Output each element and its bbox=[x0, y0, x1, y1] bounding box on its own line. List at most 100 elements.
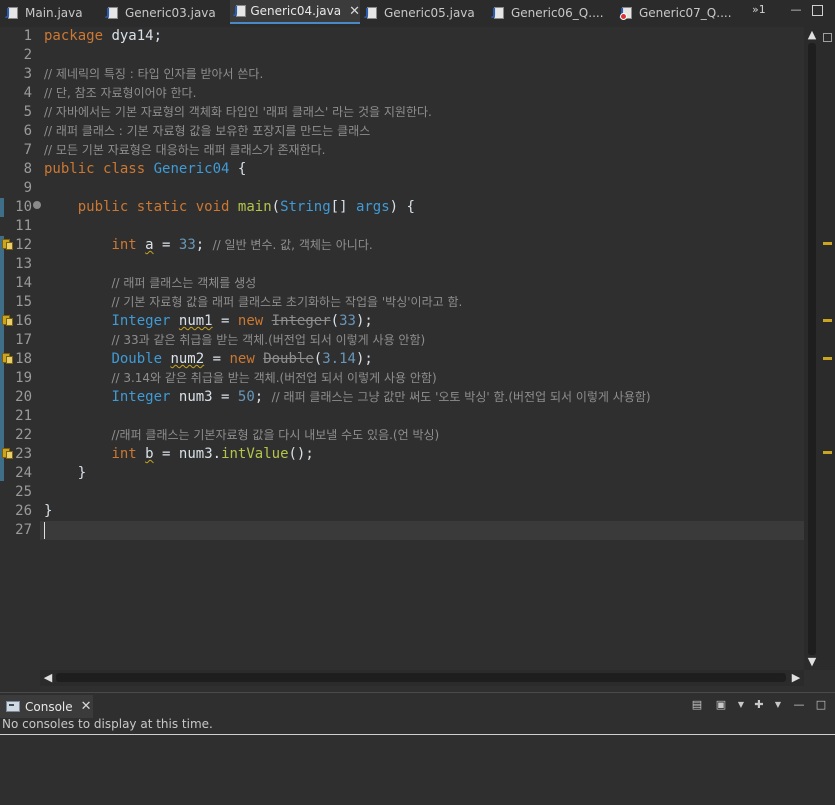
tab-label: Generic03.java bbox=[125, 6, 216, 20]
line-number: 7 bbox=[23, 142, 32, 158]
tab-overflow-button[interactable]: »1 bbox=[752, 3, 766, 16]
line-number: 20 bbox=[15, 389, 32, 405]
line-number: 10 bbox=[15, 199, 32, 215]
line-number: 21 bbox=[15, 408, 32, 424]
java-file-icon: J bbox=[106, 6, 120, 20]
tab-generic04-java[interactable]: J Generic04.java ✕ bbox=[230, 0, 360, 24]
scroll-right-icon[interactable]: ▶ bbox=[789, 671, 803, 685]
code-line-14: // 래퍼 클래스는 객체를 생성 bbox=[111, 276, 257, 290]
line-number: 1 bbox=[23, 28, 32, 44]
line-number: 3 bbox=[23, 66, 32, 82]
code-line-5: // 자바에서는 기본 자료형의 객체화 타입인 '래퍼 클래스' 라는 것을 … bbox=[44, 105, 432, 119]
tab-label: Generic05.java bbox=[384, 6, 475, 20]
warning-marker-icon[interactable] bbox=[2, 239, 13, 250]
line-number: 19 bbox=[15, 370, 32, 386]
line-number: 15 bbox=[15, 294, 32, 310]
console-message: No consoles to display at this time. bbox=[2, 717, 213, 731]
tab-generic06-q[interactable]: J Generic06_Q.... bbox=[492, 0, 614, 26]
warning-marker-icon[interactable] bbox=[2, 315, 13, 326]
line-number: 2 bbox=[23, 47, 32, 63]
code-line-24: } bbox=[77, 465, 87, 481]
warning-overview-mark[interactable] bbox=[823, 451, 832, 454]
tab-generic07-q[interactable]: J Generic07_Q.... bbox=[620, 0, 742, 26]
line-number: 4 bbox=[23, 85, 32, 101]
line-number: 11 bbox=[15, 218, 32, 234]
scroll-left-icon[interactable]: ◀ bbox=[41, 671, 55, 685]
code-line-4: // 단, 참조 자료형이어야 한다. bbox=[44, 86, 197, 100]
code-line-1: package dya14; bbox=[44, 28, 163, 44]
text-caret bbox=[44, 522, 45, 539]
code-line-6: // 래퍼 클래스 : 기본 자료형 값을 보유한 포장지를 만드는 클래스 bbox=[44, 124, 371, 138]
code-editor[interactable]: 1 2 3 4 5 6 7 8 9 10 11 12 13 14 15 16 1… bbox=[0, 27, 820, 670]
code-line-26: } bbox=[44, 503, 53, 519]
code-line-20: Integer num3 = 50; // 래퍼 클래스는 그냥 값만 써도 '… bbox=[111, 389, 651, 405]
java-file-error-icon: J bbox=[620, 6, 634, 20]
maximize-icon[interactable] bbox=[812, 5, 823, 16]
tab-main-java[interactable]: J Main.java bbox=[6, 0, 116, 26]
code-line-17: // 33과 같은 취급을 받는 객체.(버전업 되서 이렇게 사용 안함) bbox=[111, 333, 426, 347]
console-view: Console ✕ ▤ ▣ ▼ ✚ ▼ — □ No consoles to d… bbox=[0, 692, 835, 805]
line-number-gutter: 1 2 3 4 5 6 7 8 9 10 11 12 13 14 15 16 1… bbox=[0, 27, 41, 670]
console-tab-label: Console bbox=[25, 699, 73, 714]
tab-label: Generic07_Q.... bbox=[639, 6, 732, 20]
tab-label: Generic04.java bbox=[250, 4, 342, 18]
warning-marker-icon[interactable] bbox=[2, 353, 13, 364]
warning-overview-mark[interactable] bbox=[823, 319, 832, 322]
close-tab-icon[interactable]: ✕ bbox=[349, 4, 360, 19]
fold-toggle-icon[interactable] bbox=[33, 201, 41, 209]
horizontal-scrollbar[interactable]: ◀ ▶ bbox=[40, 670, 804, 686]
minimize-console-icon[interactable]: — bbox=[792, 699, 806, 711]
code-line-8: public class Generic04 { bbox=[44, 161, 247, 177]
overview-ruler[interactable] bbox=[820, 27, 835, 670]
display-console-dropdown-icon[interactable]: ▼ bbox=[734, 699, 748, 711]
code-line-18: Double num2 = new Double(3.14); bbox=[111, 351, 373, 367]
scroll-down-icon[interactable]: ▼ bbox=[805, 655, 819, 669]
line-number: 6 bbox=[23, 123, 32, 139]
line-number: 13 bbox=[15, 256, 32, 272]
tab-generic05-java[interactable]: J Generic05.java bbox=[365, 0, 487, 26]
console-divider bbox=[0, 734, 835, 735]
code-line-19: // 3.14와 같은 취급을 받는 객체.(버전업 되서 이렇게 사용 안함) bbox=[111, 371, 437, 385]
java-file-icon: J bbox=[234, 4, 246, 18]
line-number: 8 bbox=[23, 161, 32, 177]
close-console-icon[interactable]: ✕ bbox=[81, 699, 92, 714]
code-line-15: // 기본 자료형 값을 래퍼 클래스로 초기화하는 작업을 '박싱'이라고 함… bbox=[111, 295, 463, 309]
line-number: 25 bbox=[15, 484, 32, 500]
vertical-scrollbar[interactable]: ▲ ▼ bbox=[804, 27, 820, 670]
editor-tab-bar: J Main.java J Generic03.java J Generic04… bbox=[0, 0, 835, 28]
vertical-scroll-thumb[interactable] bbox=[808, 43, 816, 655]
line-number: 26 bbox=[15, 503, 32, 519]
warning-overview-mark[interactable] bbox=[823, 242, 832, 245]
line-number: 27 bbox=[15, 522, 32, 538]
code-line-7: // 모든 기본 자료형은 대응하는 래퍼 클래스가 존재한다. bbox=[44, 143, 326, 157]
console-icon bbox=[6, 701, 20, 712]
tab-console[interactable]: Console ✕ bbox=[0, 695, 93, 718]
code-line-3: // 제네릭의 특징 : 타입 인자를 받아서 쓴다. bbox=[44, 67, 264, 81]
display-console-icon[interactable]: ▣ bbox=[714, 699, 728, 711]
tab-generic03-java[interactable]: J Generic03.java bbox=[106, 0, 228, 26]
warning-overview-mark[interactable] bbox=[823, 357, 832, 360]
line-number: 24 bbox=[15, 465, 32, 481]
line-number: 5 bbox=[23, 104, 32, 120]
warning-marker-icon[interactable] bbox=[2, 448, 13, 459]
current-line-highlight bbox=[40, 521, 804, 540]
tab-label: Generic06_Q.... bbox=[511, 6, 604, 20]
open-console-icon[interactable]: ✚ bbox=[752, 699, 766, 711]
java-file-icon: J bbox=[365, 6, 379, 20]
java-file-icon: J bbox=[492, 6, 506, 20]
scroll-up-icon[interactable]: ▲ bbox=[805, 28, 819, 42]
code-line-10: public static void main(String[] args) { bbox=[77, 199, 415, 215]
line-number: 17 bbox=[15, 332, 32, 348]
line-number: 22 bbox=[15, 427, 32, 443]
open-console-dropdown-icon[interactable]: ▼ bbox=[771, 699, 785, 711]
maximize-console-icon[interactable]: □ bbox=[814, 699, 828, 711]
tab-label: Main.java bbox=[25, 6, 83, 20]
code-line-23: int b = num3.intValue(); bbox=[111, 446, 314, 462]
overview-status-icon bbox=[823, 33, 832, 42]
line-number: 9 bbox=[23, 180, 32, 196]
clear-console-icon[interactable]: ▤ bbox=[690, 699, 704, 711]
code-line-12: int a = 33; // 일반 변수. 값, 객체는 아니다. bbox=[111, 237, 373, 253]
java-file-icon: J bbox=[6, 6, 20, 20]
minimize-icon[interactable]: — bbox=[790, 4, 802, 16]
horizontal-scroll-thumb[interactable] bbox=[56, 673, 786, 682]
